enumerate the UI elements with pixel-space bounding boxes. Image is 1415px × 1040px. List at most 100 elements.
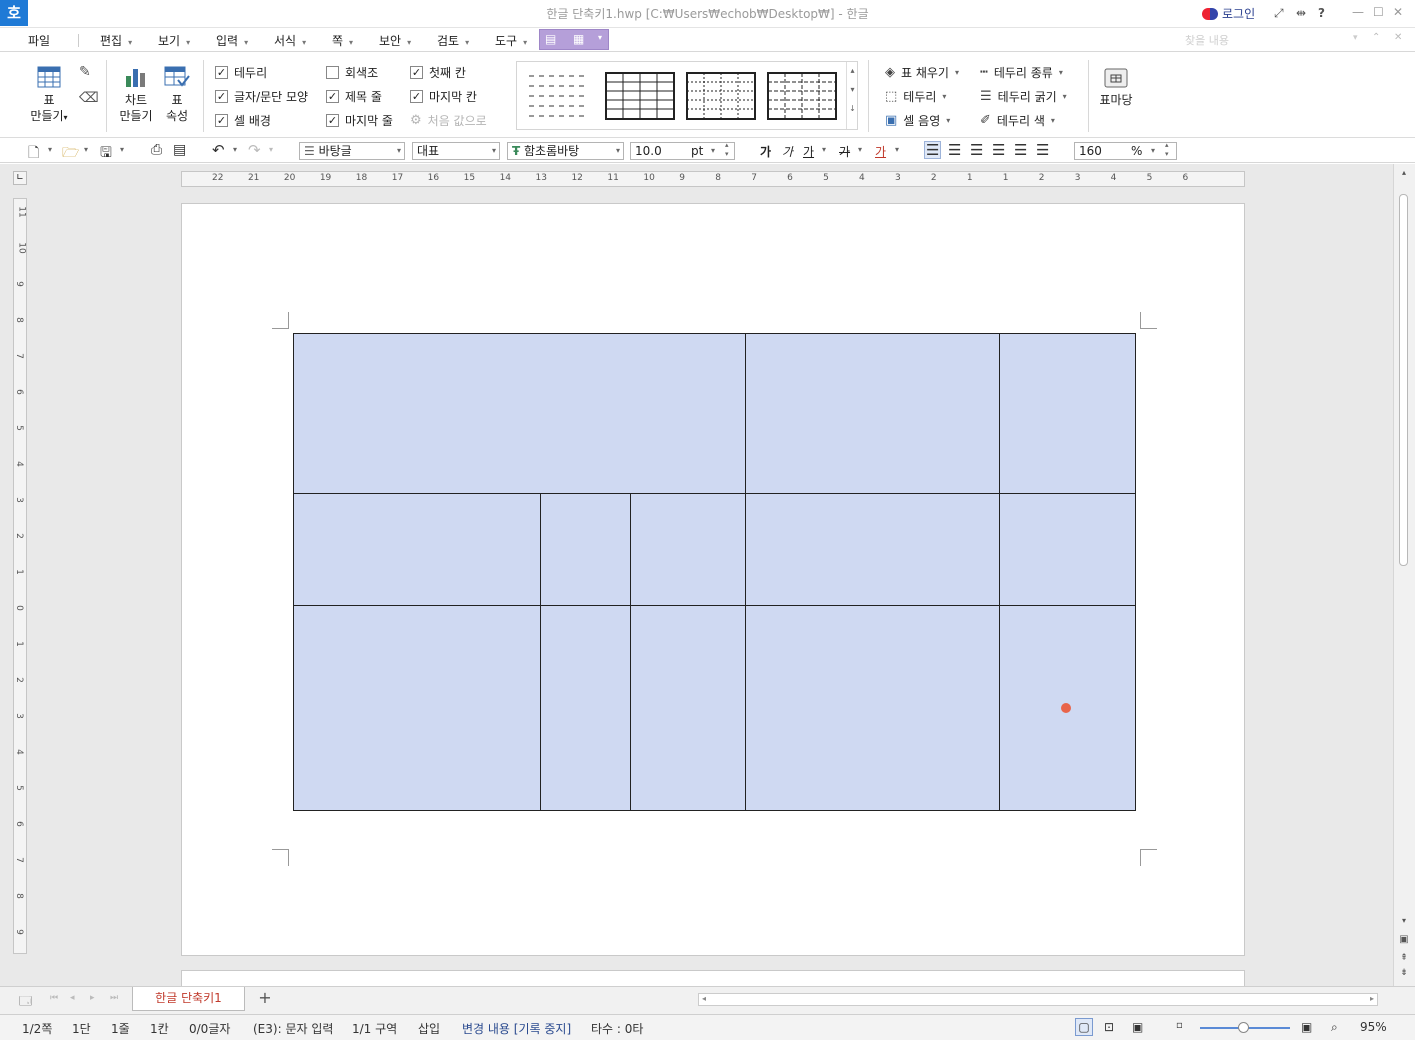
status-track-changes[interactable]: 변경 내용 [기록 중지]: [462, 1020, 571, 1037]
reset-style-button[interactable]: ⚙ 처음 값으로: [410, 112, 487, 129]
maximize-icon[interactable]: ☐: [1373, 5, 1384, 19]
table-cell[interactable]: [745, 333, 1000, 494]
gallery-scroll[interactable]: ▴ ▾ ↓: [846, 62, 858, 129]
table-cell[interactable]: [999, 333, 1136, 494]
open-folder-icon[interactable]: 🗁: [62, 142, 79, 166]
italic-button[interactable]: 가: [782, 143, 793, 160]
font-select[interactable]: Ŧ 함초롬바탕 ▾: [507, 142, 624, 160]
minimize-icon[interactable]: —: [1352, 5, 1364, 19]
draw-table-icon[interactable]: ✎: [79, 64, 91, 80]
status-insert[interactable]: 삽입: [418, 1020, 440, 1037]
line-spacing-input[interactable]: 160% ▾ ▴ ▾: [1074, 141, 1177, 160]
help-icon[interactable]: ?: [1318, 6, 1325, 20]
scroll-up-icon[interactable]: ▴: [1398, 168, 1410, 178]
chevron-down-icon[interactable]: ▾: [269, 145, 273, 154]
page-view-icon[interactable]: ▣: [1398, 934, 1410, 945]
border-color-button[interactable]: ✐ 테두리 색 ▾: [980, 112, 1055, 129]
table-cell[interactable]: [293, 605, 541, 811]
menu-tools[interactable]: 도구 ▾: [495, 32, 527, 49]
style-select[interactable]: ☰ 바탕글 ▾: [299, 142, 405, 160]
table-cell[interactable]: [745, 493, 1000, 606]
make-chart-button[interactable]: 차트 만들기: [116, 66, 156, 124]
zoom-out-icon[interactable]: ▫: [1176, 1020, 1183, 1031]
table-cell[interactable]: [540, 493, 631, 606]
chevron-down-icon[interactable]: ▾: [895, 145, 899, 154]
login-button[interactable]: 로그인: [1202, 5, 1255, 22]
last-tab-icon[interactable]: ⏭: [110, 993, 118, 1003]
checkbox-grayscale[interactable]: 회색조: [326, 64, 378, 81]
border-type-button[interactable]: ┅ 테두리 종류 ▾: [980, 64, 1063, 81]
checkbox-last-row[interactable]: ✓ 마지막 줄: [326, 112, 393, 129]
close-icon[interactable]: ✕: [1393, 5, 1403, 19]
table-cell[interactable]: [630, 493, 746, 606]
find-input[interactable]: 찾을 내용: [1185, 32, 1365, 48]
checkbox-last-col[interactable]: ✓ 마지막 칸: [410, 88, 477, 105]
checkbox-border[interactable]: ✓ 테두리: [215, 64, 267, 81]
justify-icon[interactable]: ☰: [924, 141, 942, 159]
border-width-button[interactable]: ☰ 테두리 굵기 ▾: [980, 88, 1067, 105]
vertical-scrollbar[interactable]: ▴ ▾ ▣ ⇞ ⇟: [1393, 164, 1415, 986]
ribbon-close-icon[interactable]: ✕: [1394, 32, 1402, 43]
align-right-icon[interactable]: ☰: [992, 141, 1005, 159]
horizontal-scrollbar[interactable]: ◂ ▸: [698, 993, 1378, 1006]
first-tab-icon[interactable]: ⏮: [50, 993, 58, 1003]
table-cell[interactable]: [293, 333, 746, 494]
table-style-grid1[interactable]: [605, 72, 675, 120]
next-page-icon[interactable]: ⇟: [1398, 968, 1410, 978]
chevron-down-icon[interactable]: ▾: [120, 145, 124, 154]
next-page[interactable]: [181, 970, 1245, 986]
cell-shade-button[interactable]: ▣ 셀 음영 ▾: [885, 112, 950, 129]
align-center-icon[interactable]: ☰: [970, 141, 983, 159]
preview-icon[interactable]: ▤: [173, 142, 186, 158]
align-left-icon[interactable]: ☰: [948, 141, 961, 159]
zoom-slider-thumb[interactable]: [1238, 1022, 1249, 1033]
divide-icon[interactable]: ☰: [1036, 141, 1049, 159]
doc-list-icon[interactable]: 🗔: [19, 992, 32, 1013]
table-layout-icon[interactable]: ▦: [573, 32, 584, 46]
text-color-button[interactable]: 가: [875, 143, 886, 160]
split-icon[interactable]: ⇹: [1296, 6, 1306, 20]
scroll-thumb[interactable]: [1399, 194, 1408, 566]
save-icon[interactable]: 🖫: [100, 142, 112, 166]
language-select[interactable]: 대표 ▾: [412, 142, 500, 160]
tab-type-icon[interactable]: ∟: [13, 171, 27, 185]
underline-button[interactable]: 가: [803, 143, 814, 160]
full-page-icon[interactable]: ▣: [1132, 1020, 1143, 1034]
next-tab-icon[interactable]: ▸: [90, 993, 95, 1003]
menu-edit[interactable]: 편집 ▾: [100, 32, 132, 49]
menu-view[interactable]: 보기 ▾: [158, 32, 190, 49]
distribute-icon[interactable]: ☰: [1014, 141, 1027, 159]
checkbox-title-row[interactable]: ✓ 제목 줄: [326, 88, 382, 105]
strikethrough-button[interactable]: 가: [839, 143, 850, 160]
document-page[interactable]: [181, 203, 1245, 956]
fill-table-button[interactable]: ◈ 표 채우기 ▾: [885, 64, 959, 81]
vertical-ruler[interactable]: 11 10 9 8 7 6 5 4 3 2 1 0 1 2 3 4 5 6 7 8 9: [13, 198, 27, 954]
checkbox-char-para[interactable]: ✓ 글자/문단 모양: [215, 88, 308, 105]
zoom-level[interactable]: 95%: [1360, 1020, 1387, 1034]
menu-input[interactable]: 입력 ▾: [216, 32, 248, 49]
scroll-down-icon[interactable]: ▾: [1398, 916, 1410, 925]
zoom-in-icon[interactable]: ▣: [1301, 1020, 1312, 1034]
chevron-down-icon[interactable]: ▾: [822, 145, 826, 154]
menu-format[interactable]: 서식 ▾: [274, 32, 306, 49]
make-table-button[interactable]: 표 만들기▾: [28, 66, 70, 126]
fit-width-icon[interactable]: ⊡: [1104, 1020, 1114, 1034]
chevron-down-icon[interactable]: ▾: [858, 145, 862, 154]
search-dropdown-icon[interactable]: ▾: [1353, 33, 1358, 43]
new-doc-icon[interactable]: 🗋: [28, 142, 39, 166]
menu-file[interactable]: 파일: [28, 32, 50, 49]
ribbon-collapse-icon[interactable]: ⌃: [1372, 32, 1380, 43]
checkbox-cell-bg[interactable]: ✓ 셀 배경: [215, 112, 271, 129]
normal-view-icon[interactable]: ▢: [1075, 1018, 1093, 1036]
menu-page[interactable]: 쪽 ▾: [332, 32, 353, 49]
table-style-dashed[interactable]: [527, 72, 591, 120]
status-page[interactable]: 1/2쪽: [22, 1020, 52, 1037]
table-design-icon[interactable]: ▤: [545, 32, 556, 46]
chevron-down-icon[interactable]: ▾: [48, 145, 52, 154]
table-cell[interactable]: [540, 605, 631, 811]
table-context-tab[interactable]: ▤ ▦ ▾: [539, 29, 609, 50]
magnifier-icon[interactable]: ⌕: [1331, 1020, 1338, 1035]
add-tab-button[interactable]: +: [250, 987, 280, 1011]
menu-review[interactable]: 검토 ▾: [437, 32, 469, 49]
border-button[interactable]: ⬚ 테두리 ▾: [885, 88, 946, 105]
